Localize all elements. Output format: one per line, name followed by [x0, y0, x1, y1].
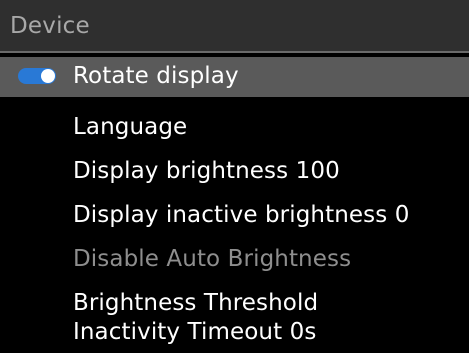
menu-item-label: Rotate display: [73, 63, 239, 89]
menu-item-inactivity-timeout[interactable]: Inactivity Timeout 0s: [0, 313, 469, 353]
toggle-knob: [41, 69, 55, 83]
menu-item-disable-auto-brightness: Disable Auto Brightness: [0, 240, 469, 280]
menu-item-label: Language: [73, 114, 188, 140]
menu-item-label: Display inactive brightness 0: [73, 202, 410, 228]
menu-item-rotate-display[interactable]: Rotate display: [0, 57, 469, 97]
menu-item-display-inactive-brightness[interactable]: Display inactive brightness 0: [0, 196, 469, 236]
menu-item-label: Display brightness 100: [73, 158, 340, 184]
menu-item-label: Inactivity Timeout 0s: [73, 319, 317, 345]
menu-item-label: Disable Auto Brightness: [73, 246, 352, 272]
page-title: Device: [10, 13, 90, 39]
rotate-display-toggle[interactable]: [18, 68, 56, 84]
menu-item-language[interactable]: Language: [0, 108, 469, 148]
page-header: Device: [0, 0, 469, 53]
menu-item-display-brightness[interactable]: Display brightness 100: [0, 152, 469, 192]
